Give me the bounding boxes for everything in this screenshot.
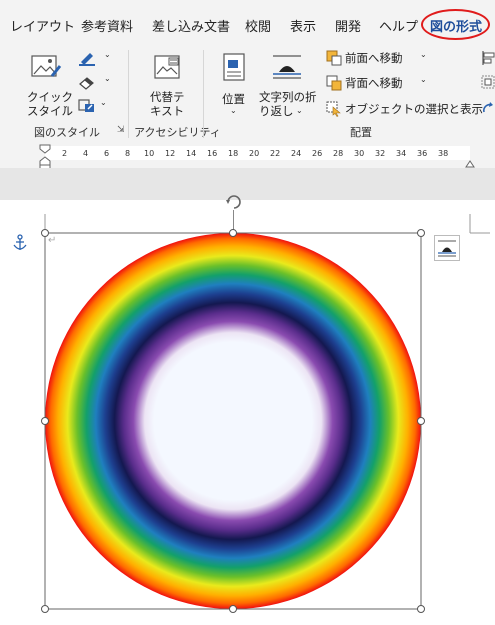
ruler-tick: 22 <box>270 149 281 158</box>
tab-references[interactable]: 参考資料 <box>81 16 133 35</box>
wrap-text-button[interactable]: 文字列の折 り返し ⌄ <box>256 50 320 120</box>
right-indent-icon[interactable] <box>465 160 475 168</box>
separator <box>203 50 204 138</box>
ruler-tick: 28 <box>333 149 344 158</box>
rotate-icon[interactable] <box>481 100 495 116</box>
chevron-down-icon: ⌄ <box>230 106 237 115</box>
bring-forward-label[interactable]: 前面へ移動 <box>345 51 403 65</box>
first-line-indent-icon[interactable] <box>39 144 51 170</box>
paragraph-mark: ↵ <box>48 235 57 246</box>
layout-options-button[interactable] <box>434 235 460 261</box>
group-icon[interactable] <box>481 75 495 91</box>
ruler-tick: 16 <box>207 149 218 158</box>
picture-border-icon[interactable] <box>78 50 96 66</box>
resize-handle-bottom-right[interactable] <box>417 605 425 613</box>
group-label-accessibility: アクセシビリティ <box>134 126 221 139</box>
ruler-tick: 18 <box>228 149 239 158</box>
document-page <box>0 200 495 625</box>
chevron-down-icon: ⌄ <box>62 101 69 110</box>
picture-effects-icon[interactable] <box>78 74 96 90</box>
alt-text-icon <box>154 55 180 79</box>
wrap-text-icon <box>273 55 301 79</box>
position-button[interactable]: 位置 ⌄ <box>218 50 250 120</box>
tab-developer[interactable]: 開発 <box>335 16 361 35</box>
ruler-tick: 10 <box>144 149 155 158</box>
bring-forward-icon[interactable] <box>326 50 342 66</box>
dialog-launcher-icon[interactable]: ⇲ <box>117 125 125 135</box>
tab-review[interactable]: 校閲 <box>245 16 271 35</box>
document-gap <box>0 168 495 200</box>
wrap-text-label: 文字列の折 り返し <box>259 90 317 118</box>
ruler-tick: 34 <box>396 149 407 158</box>
group-label-picture-styles: 図のスタイル <box>34 126 100 139</box>
ruler-tick: 20 <box>249 149 260 158</box>
ruler-tick: 30 <box>354 149 365 158</box>
ruler-tick: 14 <box>186 149 197 158</box>
align-icon[interactable] <box>481 50 495 66</box>
quick-style-icon <box>31 55 62 77</box>
chevron-down-icon: ⌄ <box>100 98 107 107</box>
ruler-tick: 4 <box>83 149 89 158</box>
resize-handle-top[interactable] <box>229 229 237 237</box>
tab-layout[interactable]: レイアウト <box>10 16 75 35</box>
tab-mailings[interactable]: 差し込み文書 <box>152 16 230 35</box>
ruler-tick: 24 <box>291 149 302 158</box>
tab-view[interactable]: 表示 <box>290 16 316 35</box>
ruler-tick: 6 <box>104 149 110 158</box>
ruler-tick: 32 <box>375 149 386 158</box>
ruler-tick: 12 <box>165 149 176 158</box>
ruler-tick: 38 <box>438 149 449 158</box>
ruler-tick: 2 <box>62 149 68 158</box>
selection-pane-label[interactable]: オブジェクトの選択と表示 <box>345 102 483 116</box>
send-backward-icon[interactable] <box>326 75 342 91</box>
resize-handle-left[interactable] <box>41 417 49 425</box>
resize-handle-bottom[interactable] <box>229 605 237 613</box>
ribbon-body: クイック スタイル ⌄ ⌄ ⌄ ⌄ 図のスタイル ⇲ 代替テ キスト アクセシビリテ… <box>0 42 495 142</box>
picture-layout-icon[interactable] <box>78 98 96 114</box>
resize-handle-top-left[interactable] <box>41 229 49 237</box>
send-backward-label[interactable]: 背面へ移動 <box>345 76 403 90</box>
tab-help[interactable]: ヘルプ <box>379 16 418 35</box>
position-label: 位置 <box>222 92 245 106</box>
ruler-tick: 26 <box>312 149 323 158</box>
ribbon-tab-bar: レイアウト 参考資料 差し込み文書 校閲 表示 開発 ヘルプ 図の形式 <box>0 0 495 42</box>
layout-options-icon <box>438 240 456 257</box>
resize-handle-top-right[interactable] <box>417 229 425 237</box>
alt-text-label: 代替テ キスト <box>150 90 185 118</box>
alt-text-button[interactable]: 代替テ キスト <box>142 50 192 120</box>
chevron-down-icon: ⌄ <box>420 50 427 59</box>
resize-handle-right[interactable] <box>417 417 425 425</box>
separator <box>128 50 129 138</box>
ruler-tick: 36 <box>417 149 428 158</box>
selection-pane-icon[interactable] <box>326 101 342 117</box>
chevron-down-icon: ⌄ <box>104 50 111 59</box>
ruler-tick: 8 <box>125 149 131 158</box>
chevron-down-icon: ⌄ <box>296 106 303 115</box>
chevron-down-icon: ⌄ <box>104 74 111 83</box>
group-label-arrange: 配置 <box>350 126 372 139</box>
chevron-down-icon: ⌄ <box>420 75 427 84</box>
anchor-icon[interactable] <box>12 234 28 252</box>
position-icon <box>223 53 245 81</box>
highlight-ellipse <box>421 9 490 40</box>
rotate-handle-icon[interactable] <box>224 192 244 212</box>
resize-handle-bottom-left[interactable] <box>41 605 49 613</box>
